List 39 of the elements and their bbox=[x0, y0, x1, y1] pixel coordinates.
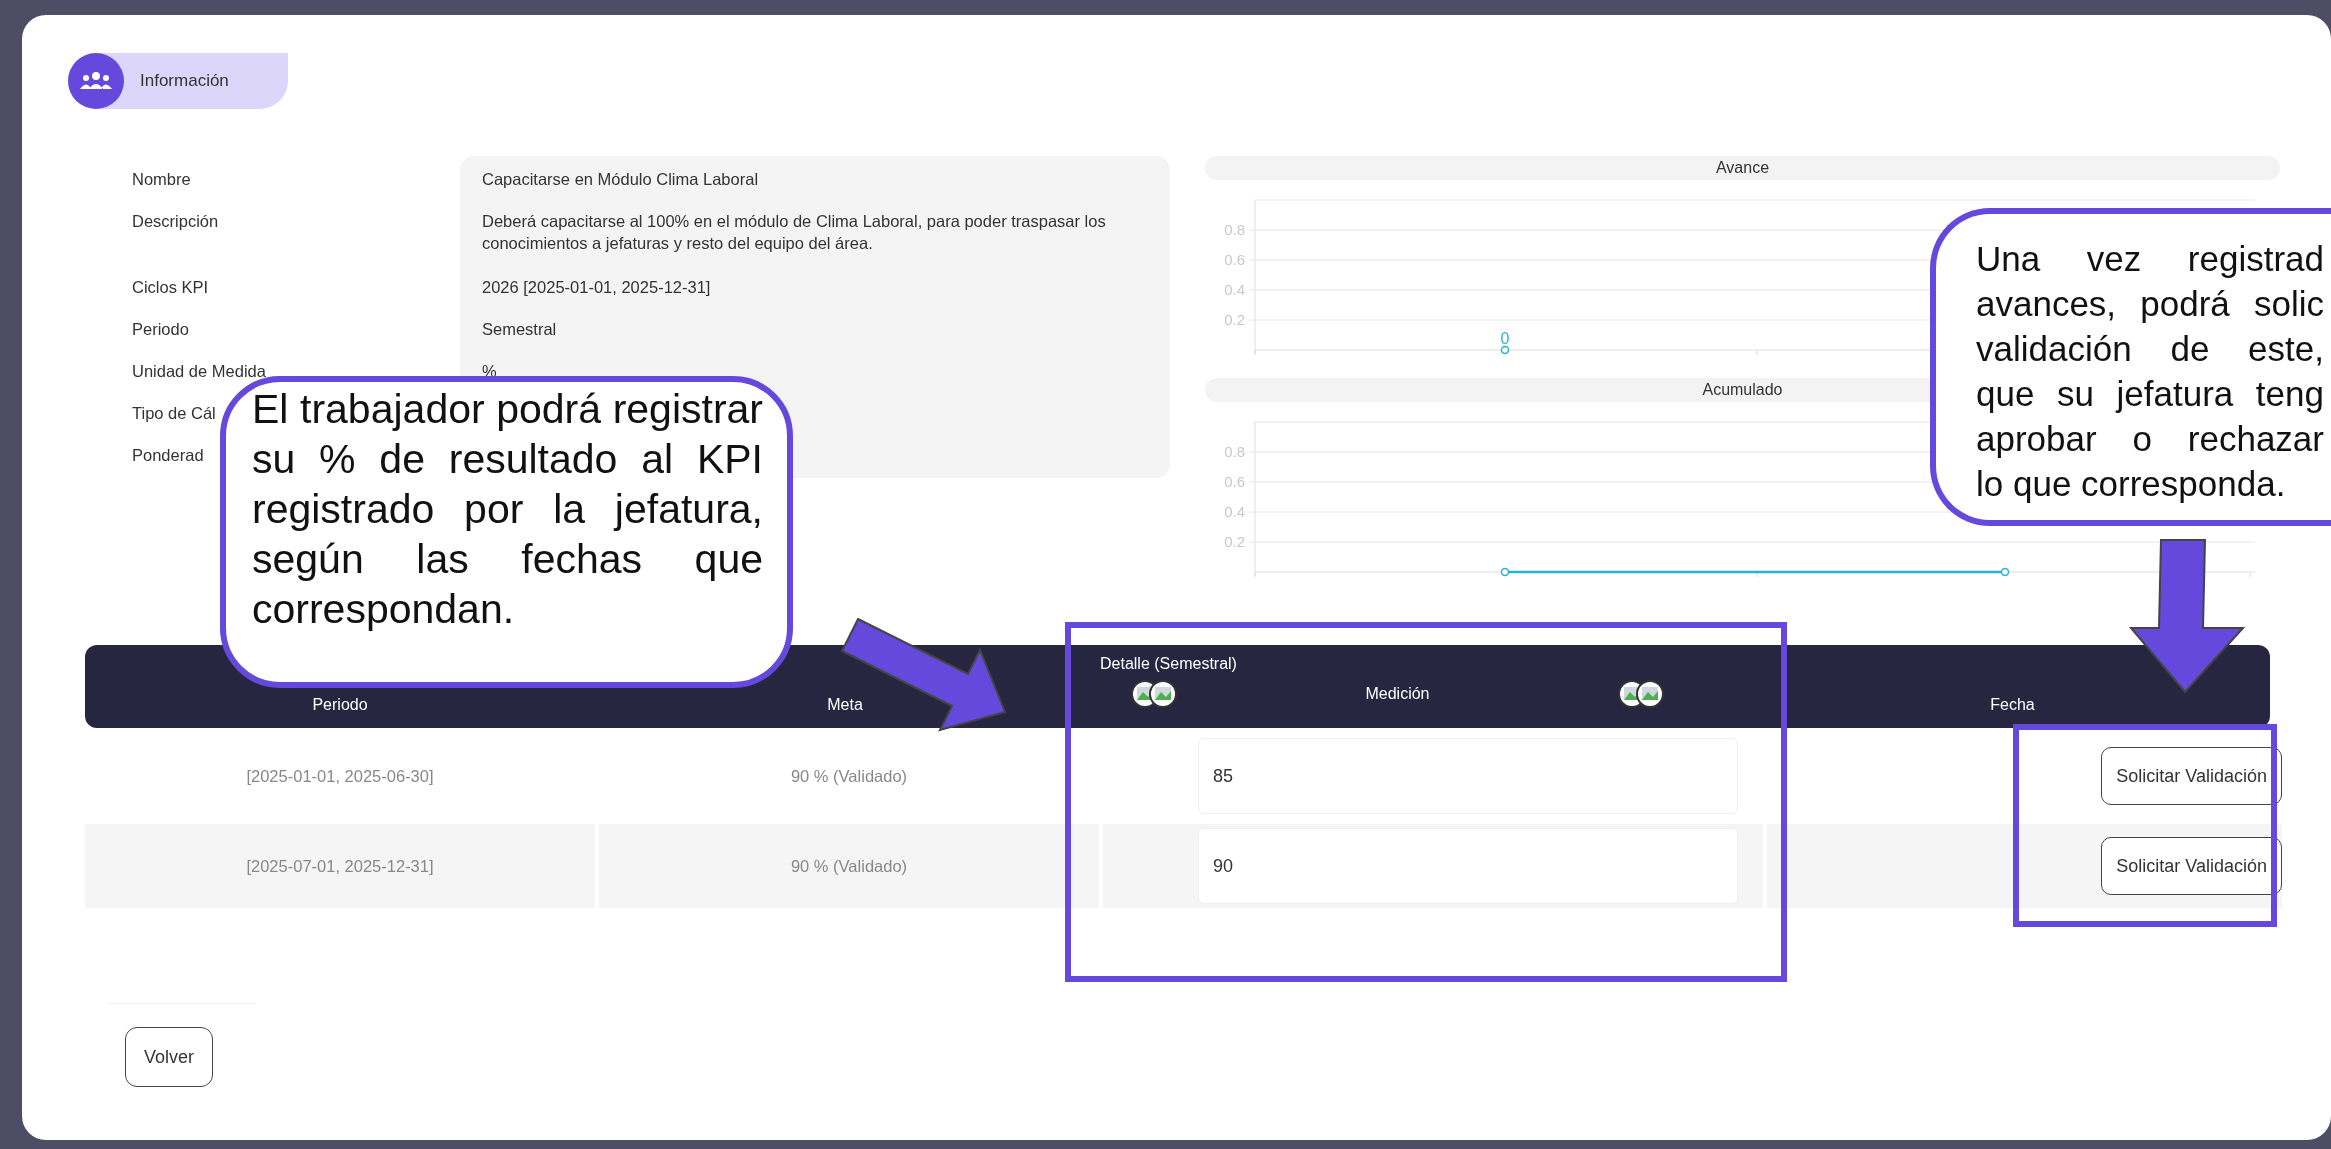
data-label: 0 bbox=[1500, 330, 1510, 347]
group-header: Detalle (Semestral) bbox=[1100, 655, 1238, 673]
callout-text: avances, podrá solic bbox=[1976, 283, 2324, 325]
field-label: Nombre bbox=[132, 169, 191, 190]
callout-text: lo que corresponda. bbox=[1976, 463, 2287, 505]
callout-text: Una vez registrad bbox=[1976, 238, 2324, 280]
column-header: Meta bbox=[827, 696, 863, 714]
request-validation-button[interactable]: Solicitar Validación bbox=[2101, 837, 2282, 895]
table-cell: 90 % (Validado) bbox=[599, 824, 1099, 908]
field-label: Tipo de Cál bbox=[132, 403, 216, 424]
arrow-icon bbox=[2127, 538, 2247, 694]
section-title: Información bbox=[140, 71, 229, 91]
measurement-field[interactable]: 90 bbox=[1198, 828, 1738, 904]
field-label: Unidad de Medida bbox=[132, 361, 266, 382]
callout-text: El trabajador podrá registrar su % de resultado al KPI registrado por la jefatura, según las fechas que correspondan. bbox=[252, 385, 763, 634]
field-label: Ponderad bbox=[132, 445, 204, 466]
data-point bbox=[1500, 567, 1510, 577]
field-label: Ciclos KPI bbox=[132, 277, 209, 298]
chart-title: Avance bbox=[1205, 156, 2280, 180]
field-value: Semestral bbox=[482, 319, 557, 340]
field-value: Capacitarse en Módulo Clima Laboral bbox=[482, 169, 759, 190]
column-header: Periodo bbox=[312, 696, 368, 714]
callout-text: aprobar o rechazar bbox=[1976, 418, 2324, 460]
field-label: Periodo bbox=[132, 319, 189, 340]
data-point bbox=[1500, 345, 1510, 355]
table-cell: [2025-07-01, 2025-12-31] bbox=[85, 824, 595, 908]
back-button[interactable]: Volver bbox=[125, 1027, 214, 1087]
field-label: Descripción bbox=[132, 211, 219, 232]
broken-image-icon bbox=[1130, 679, 1178, 709]
data-point bbox=[2000, 567, 2010, 577]
callout-text: validación de este, bbox=[1976, 328, 2324, 370]
column-header: Fecha bbox=[1990, 696, 2035, 714]
people-icon bbox=[68, 53, 124, 109]
measurement-field[interactable]: 85 bbox=[1198, 738, 1738, 814]
column-header: Medición bbox=[1365, 685, 1430, 703]
broken-image-icon bbox=[1617, 679, 1665, 709]
field-value: 2026 [2025-01-01, 2025-12-31] bbox=[482, 277, 711, 298]
field-value: Deberá capacitarse al 100% en el módulo de Clima Laboral, para poder traspasar los conocimientos a jefaturas y resto del equipo del área. bbox=[482, 211, 1107, 254]
request-validation-button[interactable]: Solicitar Validación bbox=[2101, 747, 2282, 805]
